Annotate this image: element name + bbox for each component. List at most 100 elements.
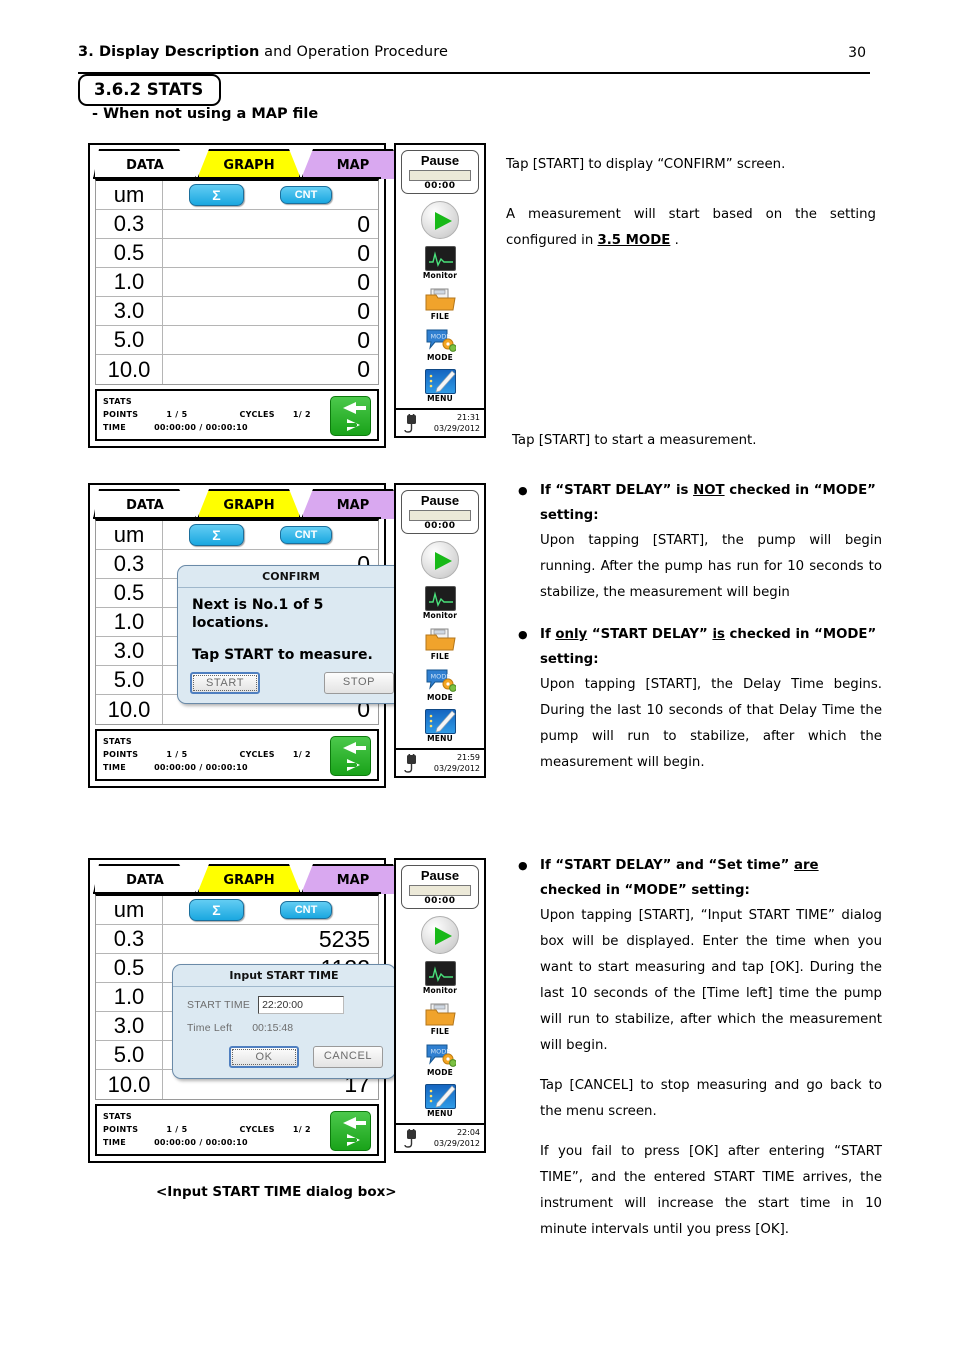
bullet-3: If “START DELAY” and “Set time” are chec… bbox=[512, 853, 882, 1059]
paragraph-2-a: A measurement will start based on the se… bbox=[506, 207, 876, 248]
tab-data[interactable]: DATA bbox=[93, 149, 197, 179]
nav-left-right-button[interactable] bbox=[330, 396, 371, 436]
sidebar-item-monitor[interactable]: Monitor bbox=[396, 586, 484, 620]
nav-left-right-button[interactable] bbox=[330, 736, 371, 776]
sidebar-item-menu[interactable]: MENU bbox=[396, 369, 484, 403]
table-row: 0.3 0 bbox=[96, 210, 378, 239]
size-label: 3.0 bbox=[96, 1012, 163, 1040]
tab-map[interactable]: MAP bbox=[301, 149, 405, 179]
size-label: 0.5 bbox=[96, 239, 163, 267]
monitor-icon bbox=[424, 586, 456, 611]
sidebar-item-monitor[interactable]: Monitor bbox=[396, 961, 484, 995]
start-time-input[interactable]: 22:20:00 bbox=[258, 996, 345, 1014]
sidebar-item-file[interactable]: FILE bbox=[396, 627, 484, 661]
start-button[interactable] bbox=[396, 201, 484, 239]
sidebar-item-mode[interactable]: MODE MODE bbox=[396, 668, 484, 702]
sum-button[interactable]: Σ bbox=[189, 899, 244, 921]
clock-date: 03/29/2012 bbox=[433, 1139, 480, 1148]
size-label: 5.0 bbox=[96, 1041, 163, 1069]
time-value: 00:00:00 / 00:00:10 bbox=[154, 1138, 248, 1147]
time-value: 00:00:00 / 00:00:10 bbox=[154, 423, 248, 432]
dialog-start-button[interactable]: START bbox=[190, 672, 260, 694]
size-label: 0.5 bbox=[96, 954, 163, 982]
device-status-bar-1: 21:31 03/29/2012 bbox=[396, 408, 484, 436]
status-title: Pause bbox=[420, 153, 460, 168]
tab-data[interactable]: DATA bbox=[93, 489, 197, 519]
folder-icon bbox=[425, 287, 456, 312]
page-number: 30 bbox=[848, 45, 866, 61]
device-clock-1: 21:31 03/29/2012 bbox=[434, 412, 480, 434]
start-button[interactable] bbox=[396, 541, 484, 579]
time-left-value: 00:15:48 bbox=[252, 1022, 294, 1034]
cnt-button[interactable]: CNT bbox=[280, 186, 332, 204]
figure-caption: <Input START TIME dialog box> bbox=[156, 1184, 397, 1200]
clock-date: 03/29/2012 bbox=[433, 424, 480, 433]
start-time-dialog-title: Input START TIME bbox=[173, 965, 395, 987]
menu-icon bbox=[424, 709, 456, 734]
sidebar-item-monitor[interactable]: Monitor bbox=[396, 246, 484, 280]
data-table-1: um Σ CNT 0.3 0 0.5 0 1.0 0 3.0 0 5.0 0 10.0 0 bbox=[95, 179, 379, 385]
body-text-block-1b: Tap [START] to start a measurement. bbox=[512, 428, 882, 454]
clock-time: 21:59 bbox=[456, 753, 480, 762]
clock-time: 22:04 bbox=[456, 1128, 480, 1137]
time-label: TIME bbox=[103, 1138, 127, 1147]
nav-left-right-button[interactable] bbox=[330, 1111, 371, 1151]
bullet-1-head-a: If “START DELAY” is bbox=[540, 483, 694, 498]
size-label: 5.0 bbox=[96, 666, 163, 694]
time-label: TIME bbox=[103, 763, 127, 772]
cnt-button[interactable]: CNT bbox=[280, 526, 332, 544]
sidebar-item-file[interactable]: FILE bbox=[396, 1002, 484, 1036]
tab-graph[interactable]: GRAPH bbox=[197, 149, 301, 179]
sidebar-item-menu[interactable]: MENU bbox=[396, 709, 484, 743]
sidebar-label-menu: MENU bbox=[427, 734, 453, 743]
power-plug-icon bbox=[403, 754, 421, 778]
side-panel-1: Pause 00:00 Monitor FILE MODE MODE MENU … bbox=[394, 143, 486, 438]
stats-footer-3: STATS POINTS 1 / 5 CYCLES 1/ 2 TIME 00:00:00… bbox=[95, 1104, 379, 1156]
dialog-ok-button[interactable]: OK bbox=[229, 1046, 299, 1068]
mode-reference-link[interactable]: 3.5 MODE bbox=[598, 233, 671, 248]
sidebar-label-mode: MODE bbox=[427, 1068, 453, 1077]
progress-bar bbox=[409, 510, 471, 521]
bullet-2-head-is: is bbox=[712, 627, 725, 642]
count-value: 0 bbox=[357, 268, 370, 295]
tab-map[interactable]: MAP bbox=[301, 864, 405, 894]
count-value: 0 bbox=[357, 239, 370, 266]
status-title: Pause bbox=[420, 493, 460, 508]
status-title: Pause bbox=[420, 868, 460, 883]
tab-data[interactable]: DATA bbox=[93, 864, 197, 894]
size-label: 3.0 bbox=[96, 297, 163, 325]
side-panel-3: Pause 00:00 Monitor FILE MODE MODE MENU … bbox=[394, 858, 486, 1153]
table-row: 0.3 5235 bbox=[96, 925, 378, 954]
dialog-cancel-button[interactable]: CANCEL bbox=[313, 1046, 383, 1068]
tab-graph[interactable]: GRAPH bbox=[197, 864, 301, 894]
monitor-icon bbox=[424, 246, 456, 271]
tab-bar-1: DATA GRAPH MAP bbox=[93, 149, 405, 179]
monitor-icon bbox=[424, 961, 456, 986]
dialog-stop-button[interactable]: STOP bbox=[324, 672, 394, 694]
cycles-label: CYCLES bbox=[239, 410, 275, 419]
bullet-3-heading: If “START DELAY” and “Set time” are chec… bbox=[540, 853, 882, 903]
sum-button[interactable]: Σ bbox=[189, 184, 244, 206]
cycles-label: CYCLES bbox=[239, 750, 275, 759]
menu-icon bbox=[424, 1084, 456, 1109]
tab-graph[interactable]: GRAPH bbox=[197, 489, 301, 519]
sidebar-item-menu[interactable]: MENU bbox=[396, 1084, 484, 1118]
stats-footer-2: STATS POINTS 1 / 5 CYCLES 1/ 2 TIME 00:00:00… bbox=[95, 729, 379, 781]
start-button[interactable] bbox=[396, 916, 484, 954]
cnt-button[interactable]: CNT bbox=[280, 901, 332, 919]
folder-icon bbox=[425, 1002, 456, 1027]
sidebar-item-mode[interactable]: MODE MODE bbox=[396, 328, 484, 362]
sidebar-item-file[interactable]: FILE bbox=[396, 287, 484, 321]
table-row: 10.0 0 bbox=[96, 355, 378, 384]
size-label: 1.0 bbox=[96, 268, 163, 296]
folder-icon bbox=[425, 627, 456, 652]
bullet-2: If only “START DELAY” is checked in “MOD… bbox=[512, 622, 882, 776]
mode-icon: MODE bbox=[425, 1043, 457, 1068]
sidebar-item-mode[interactable]: MODE MODE bbox=[396, 1043, 484, 1077]
bullet-3-head-c: checked in “MODE” setting: bbox=[540, 883, 750, 898]
count-value: 0 bbox=[357, 210, 370, 237]
sum-button[interactable]: Σ bbox=[189, 524, 244, 546]
unit-label: um bbox=[96, 521, 163, 549]
input-start-time-dialog: Input START TIME START TIME 22:20:00 Tim… bbox=[172, 964, 396, 1079]
tab-map[interactable]: MAP bbox=[301, 489, 405, 519]
